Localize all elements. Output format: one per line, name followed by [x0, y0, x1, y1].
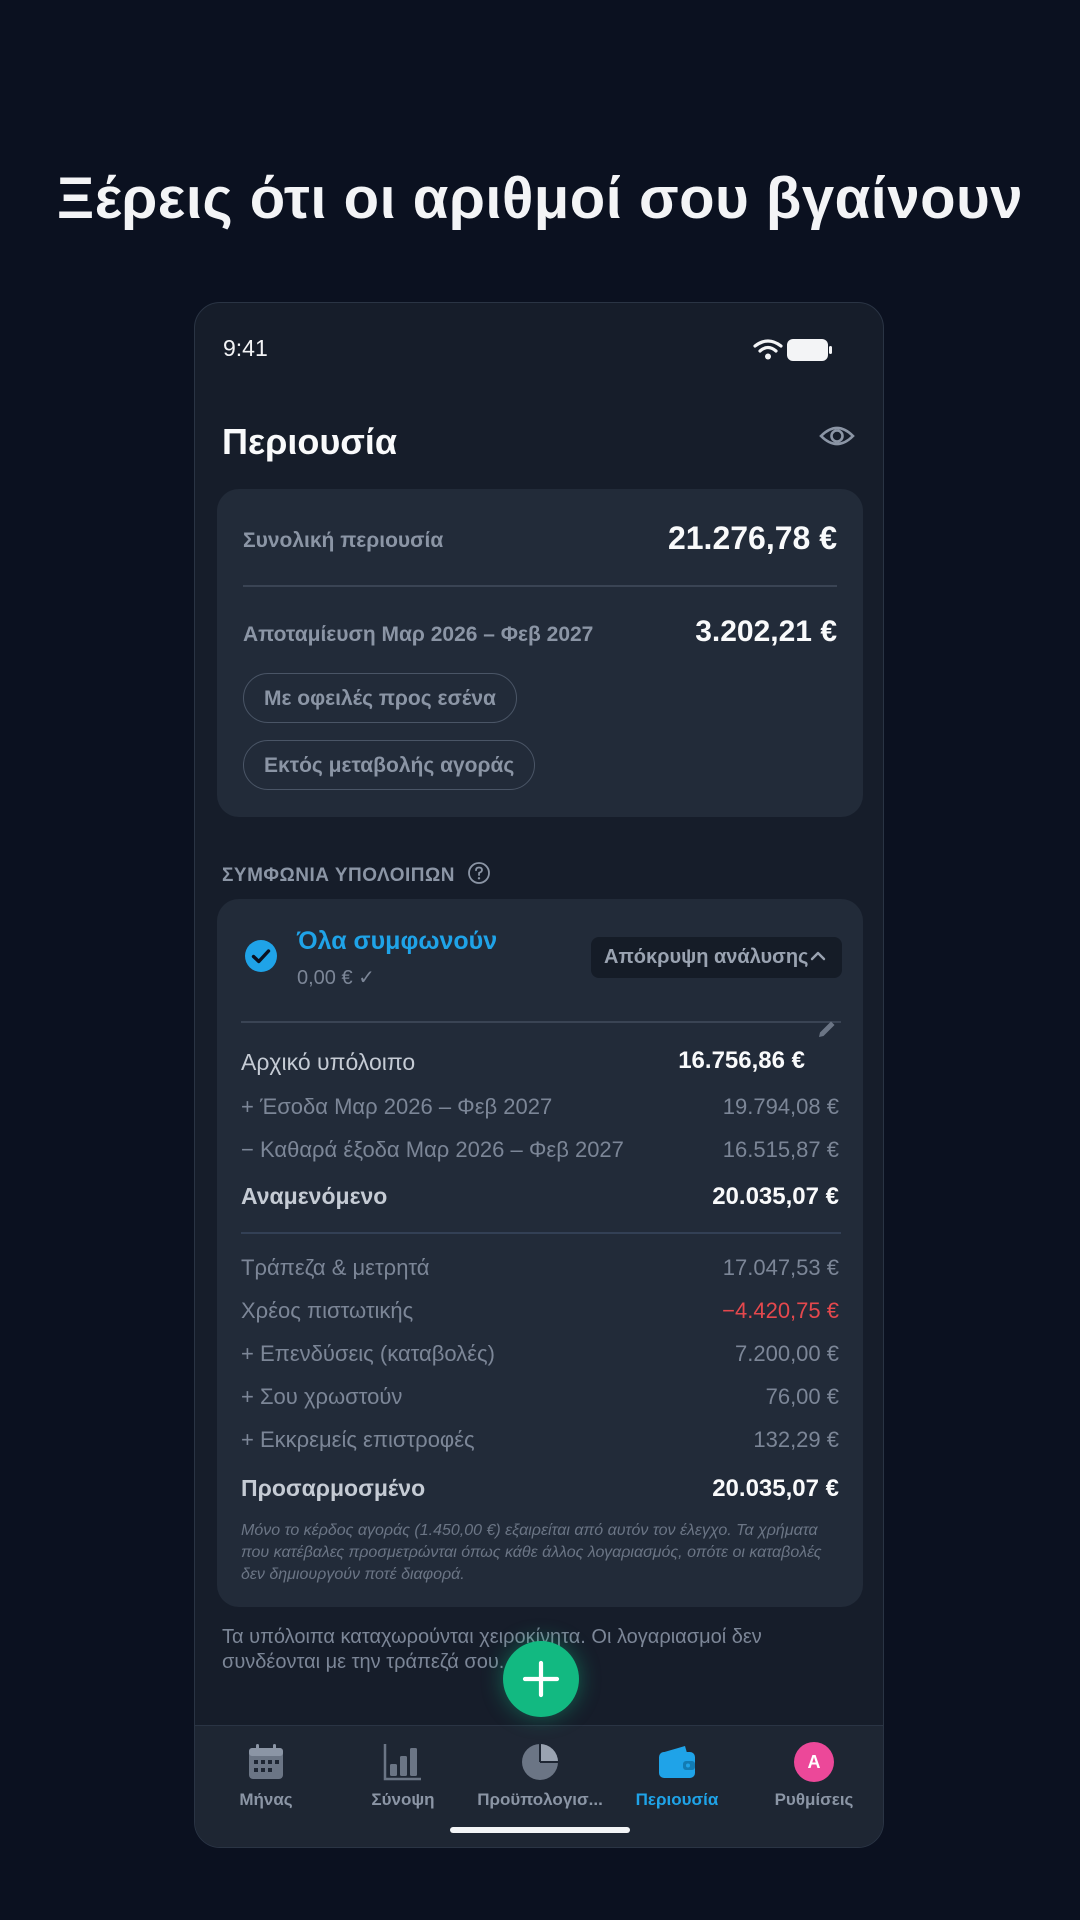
bank-cash-label: Τράπεζα & μετρητά: [241, 1255, 430, 1280]
pending-refunds-label: + Εκκρεμείς επιστροφές: [241, 1427, 475, 1452]
reconciliation-card: Όλα συμφωνούν 0,00 € ✓ Απόκρυψη ανάλυσης…: [217, 899, 863, 1607]
divider: [241, 1232, 841, 1234]
home-indicator: [450, 1827, 630, 1833]
tab-settings-label: Ρυθμίσεις: [774, 1790, 854, 1809]
bar-chart-icon: [383, 1744, 421, 1781]
wallet-icon: [659, 1746, 695, 1778]
status-bar: 9:41: [195, 303, 883, 393]
adjusted-value: 20.035,07 €: [712, 1475, 839, 1502]
tab-month-label: Μήνας: [239, 1790, 293, 1809]
owed-to-you-value: 76,00 €: [765, 1384, 839, 1409]
headline: Ξέρεις ότι οι αριθμοί σου βγαίνουν: [56, 166, 1024, 231]
owed-to-you-label: + Σου χρωστούν: [241, 1384, 403, 1409]
tab-budget-label: Προϋπολογισ...: [477, 1790, 603, 1809]
section-label: ΣΥΜΦΩΝΙΑ ΥΠΟΛΟΙΠΩΝ: [222, 865, 455, 886]
wifi-icon: [753, 339, 783, 360]
initial-balance-label: Αρχικό υπόλοιπο: [241, 1049, 416, 1075]
expenses-label: − Καθαρά έξοδα Μαρ 2026 – Φεβ 2027: [241, 1137, 624, 1162]
hide-breakdown-button[interactable]: Απόκρυψη ανάλυσης: [591, 937, 842, 978]
add-button[interactable]: [503, 1641, 579, 1717]
bank-cash-value: 17.047,53 €: [722, 1255, 839, 1280]
investments-value: 7.200,00 €: [735, 1341, 839, 1366]
calendar-icon: [249, 1744, 283, 1779]
income-label: + Έσοδα Μαρ 2026 – Φεβ 2027: [241, 1094, 553, 1119]
pill-debts-toggle[interactable]: Με οφειλές προς εσένα: [243, 673, 517, 723]
battery-icon: [787, 339, 832, 361]
expected-label: Αναμενόμενο: [241, 1183, 388, 1209]
initial-balance-value: 16.756,86 €: [678, 1047, 805, 1074]
tab-assets-label: Περιουσία: [635, 1790, 719, 1809]
hide-breakdown-label: Απόκρυψη ανάλυσης: [604, 946, 809, 968]
total-assets-label: Συνολική περιουσία: [243, 529, 444, 552]
summary-card: Συνολική περιουσία 21.276,78 € Αποταμίευ…: [217, 489, 863, 817]
pencil-icon[interactable]: [815, 1017, 839, 1041]
income-value: 19.794,08 €: [722, 1094, 839, 1119]
pie-chart-icon: [522, 1744, 558, 1780]
status-difference: 0,00 € ✓: [297, 967, 375, 989]
savings-label: Αποταμίευση Μαρ 2026 – Φεβ 2027: [243, 623, 594, 646]
check-circle-icon: [245, 940, 277, 972]
reconciliation-note: Μόνο το κέρδος αγοράς (1.450,00 €) εξαιρ…: [241, 1522, 822, 1583]
divider: [241, 1021, 841, 1023]
savings-value: 3.202,21 €: [695, 615, 837, 648]
total-assets-value: 21.276,78 €: [667, 520, 837, 556]
chevron-up-icon: [810, 951, 826, 961]
status-time: 9:41: [223, 335, 268, 361]
tab-summary-label: Σύνοψη: [371, 1790, 435, 1809]
page-title: Περιουσία: [222, 421, 398, 462]
credit-debt-label: Χρέος πιστωτικής: [241, 1298, 414, 1323]
pending-refunds-value: 132,29 €: [753, 1427, 839, 1452]
eye-icon[interactable]: [819, 423, 855, 449]
expected-value: 20.035,07 €: [712, 1183, 839, 1210]
expenses-value: 16.515,87 €: [722, 1137, 839, 1162]
avatar: A: [794, 1742, 834, 1782]
investments-label: + Επενδύσεις (καταβολές): [241, 1341, 495, 1366]
phone-frame: 9:41 Περιουσία Συνολική περιουσία 21.276…: [194, 302, 884, 1848]
divider: [243, 585, 837, 587]
tab-settings[interactable]: A Ρυθμίσεις: [745, 1740, 883, 1810]
credit-debt-value: −4.420,75 €: [722, 1298, 839, 1323]
pill-market-toggle[interactable]: Εκτός μεταβολής αγοράς: [243, 740, 536, 790]
plus-icon: [522, 1660, 560, 1698]
tab-summary[interactable]: Σύνοψη: [334, 1740, 472, 1810]
tab-month[interactable]: Μήνας: [197, 1740, 335, 1810]
help-icon[interactable]: [467, 861, 491, 885]
adjusted-label: Προσαρμοσμένο: [241, 1475, 426, 1501]
status-title: Όλα συμφωνούν: [297, 927, 498, 955]
tab-assets[interactable]: Περιουσία: [608, 1740, 746, 1810]
tab-budget[interactable]: Προϋπολογισ...: [471, 1740, 609, 1810]
